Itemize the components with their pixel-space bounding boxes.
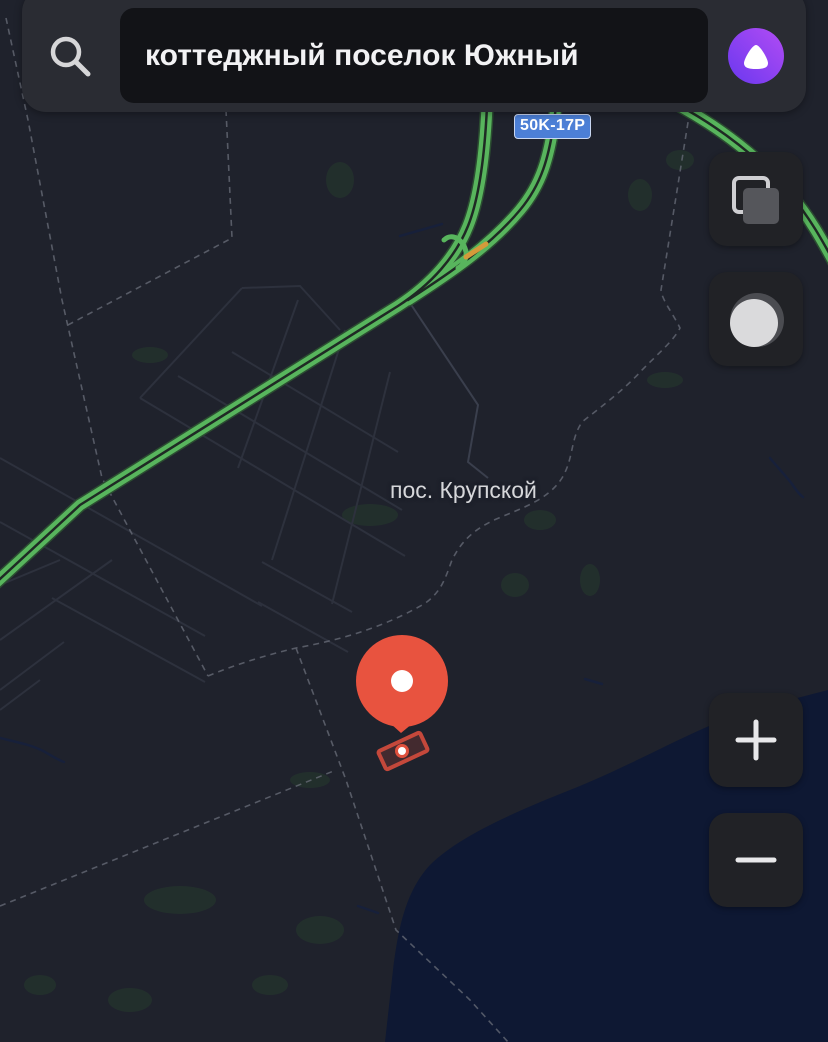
layers-icon [732,176,779,224]
pin-center-dot [391,670,413,692]
road-number-badge: 50K-17P [514,114,592,139]
search-panel: коттеджный поселок Южный [22,0,806,112]
plus-icon [735,719,777,761]
voice-assistant-button[interactable] [728,28,784,84]
search-button[interactable] [44,30,96,82]
minus-icon [735,857,777,863]
search-icon [50,36,91,77]
place-label[interactable]: пос. Крупской [390,477,537,503]
search-input[interactable]: коттеджный поселок Южный [120,8,708,103]
map-theme-button[interactable] [709,272,803,366]
map-screen: 50K-17P пос. Крупской коттеджный поселок… [0,0,828,1042]
half-moon-icon [730,293,784,347]
zoom-out-button[interactable] [709,813,803,907]
zoom-in-button[interactable] [709,693,803,787]
layers-button[interactable] [709,152,803,246]
plot-center-marker [395,744,409,758]
search-query-text: коттеджный поселок Южный [145,38,579,72]
map-canvas[interactable] [0,0,828,1042]
alice-icon [728,28,784,84]
